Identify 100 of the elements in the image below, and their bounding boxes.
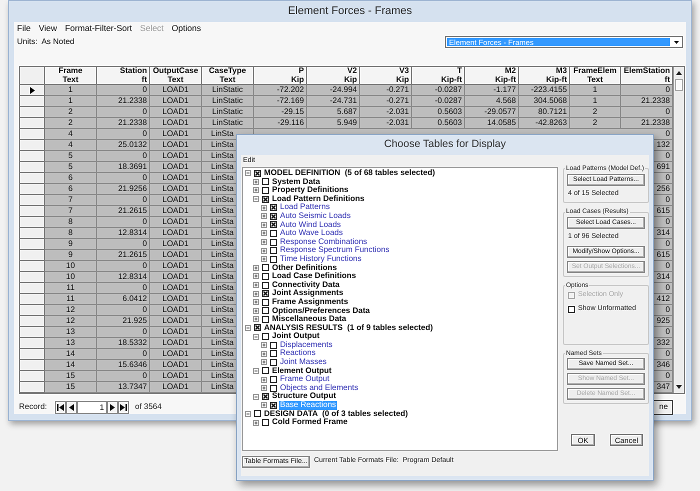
tree-item[interactable]: Cold Formed Frame [271,418,349,427]
row-header-cell[interactable] [20,360,45,371]
row-header-cell[interactable] [20,250,45,261]
previous-record-button[interactable] [66,400,78,414]
column-header[interactable]: V2 Kip [307,67,360,85]
collapse-icon[interactable] [253,368,259,374]
row-header-cell[interactable] [20,316,45,327]
tree-item[interactable]: Property Definitions [271,186,350,195]
checkbox[interactable] [262,367,269,374]
menu-item[interactable]: File [17,22,31,35]
expand-icon[interactable] [253,264,259,271]
tree-item[interactable]: Structure Output [271,392,337,402]
tree-item[interactable]: Frame Output [279,375,330,384]
expand-icon[interactable] [261,359,267,366]
tree-item[interactable]: MODEL DEFINITION (5 of 68 tables selected) [263,169,436,178]
tree-item[interactable]: Options/Preferences Data [271,306,371,316]
checkbox[interactable] [262,186,269,194]
column-header[interactable]: P Kip [254,67,307,85]
row-header-cell[interactable] [20,206,45,217]
row-header-cell[interactable] [20,283,45,294]
tree-item[interactable]: Load Pattern Definitions [271,194,366,204]
expand-icon[interactable] [253,178,259,185]
checkbox[interactable] [270,342,277,349]
row-header-cell[interactable] [20,162,45,173]
row-header-cell[interactable] [20,338,45,349]
tree-item[interactable]: Load Patterns [279,203,331,212]
row-header-cell[interactable] [20,239,45,250]
tree-item[interactable]: Reactions [279,349,317,358]
column-header[interactable]: M2 Kip-ft [465,67,519,85]
row-header-cell[interactable] [20,173,45,184]
checkbox[interactable] [262,419,269,426]
column-header[interactable]: Station ft [97,67,150,85]
expand-icon[interactable] [253,308,259,314]
expand-icon[interactable] [261,222,267,228]
checkbox[interactable] [568,306,575,312]
tree-item[interactable]: Time History Functions [279,254,362,264]
checkbox[interactable] [270,230,277,237]
checkbox[interactable] [270,212,277,220]
tree-item[interactable]: DESIGN DATA (0 of 3 tables selected) [263,410,409,418]
expand-icon[interactable] [261,239,267,246]
checkbox[interactable] [270,358,277,366]
tree-item[interactable]: Objects and Elements [279,384,360,392]
checkbox[interactable] [270,402,277,409]
checkbox[interactable] [270,376,277,384]
tree-item[interactable]: Displacements [279,340,334,350]
menu-item[interactable]: View [38,22,57,35]
row-header-cell[interactable] [20,228,45,239]
tree-item[interactable]: Miscellaneous Data [271,315,348,324]
expand-icon[interactable] [253,299,259,306]
expand-icon[interactable] [261,213,267,220]
tree-item[interactable]: Response Combinations [279,238,368,246]
menu-item[interactable]: Format-Filter-Sort [64,22,132,35]
scroll-thumb[interactable] [675,79,683,91]
tree-item[interactable]: Auto Seismic Loads [279,212,352,221]
expand-icon[interactable] [261,342,267,348]
collapse-icon[interactable] [253,334,259,340]
checkbox[interactable] [262,282,269,289]
checkbox[interactable] [270,247,277,254]
checkbox[interactable] [254,410,261,418]
column-header[interactable]: OutputCase Text [150,67,202,85]
tree-item[interactable]: Connectivity Data [271,280,341,290]
tree-item[interactable]: Joint Output [271,332,321,341]
record-field[interactable]: 1 [77,400,108,414]
checkbox[interactable] [262,264,269,272]
expand-icon[interactable] [261,248,267,254]
row-header-cell[interactable] [20,118,45,129]
row-header-cell[interactable] [20,349,45,360]
last-record-button[interactable] [118,400,130,414]
column-header[interactable]: CaseType Text [202,67,254,85]
row-header-cell[interactable] [20,261,45,272]
row-header-cell[interactable] [20,371,45,382]
checkbox[interactable] [262,272,269,280]
expand-icon[interactable] [261,204,267,211]
expand-icon[interactable] [261,256,267,262]
tree-item[interactable]: System Data [271,178,322,186]
checkbox[interactable] [262,290,269,298]
row-header-cell[interactable] [20,184,45,195]
column-header[interactable]: M3 Kip-ft [519,67,570,85]
checkbox[interactable] [270,384,277,392]
first-record-button[interactable] [55,400,66,414]
expand-icon[interactable] [261,230,267,236]
checkbox[interactable] [262,298,269,306]
expand-icon[interactable] [253,290,259,297]
checkbox[interactable] [270,204,277,212]
checkbox[interactable] [262,178,269,186]
tree-item[interactable]: Other Definitions [271,264,338,272]
expand-icon[interactable] [253,273,259,280]
row-header-cell[interactable] [20,294,45,305]
column-header[interactable]: FrameElem Text [570,67,621,85]
tree-item[interactable]: Joint Assignments [271,289,344,298]
checkbox[interactable] [254,324,261,332]
checkbox[interactable] [262,316,269,323]
column-header[interactable]: Frame Text [45,67,97,85]
checkbox[interactable] [270,221,277,228]
row-header-cell[interactable] [20,96,45,107]
menu-item[interactable]: Options [172,22,201,35]
expand-icon[interactable] [253,420,259,426]
row-header-cell[interactable] [20,382,45,393]
tree-item[interactable]: Frame Assignments [271,298,350,306]
checkbox[interactable] [270,256,277,263]
